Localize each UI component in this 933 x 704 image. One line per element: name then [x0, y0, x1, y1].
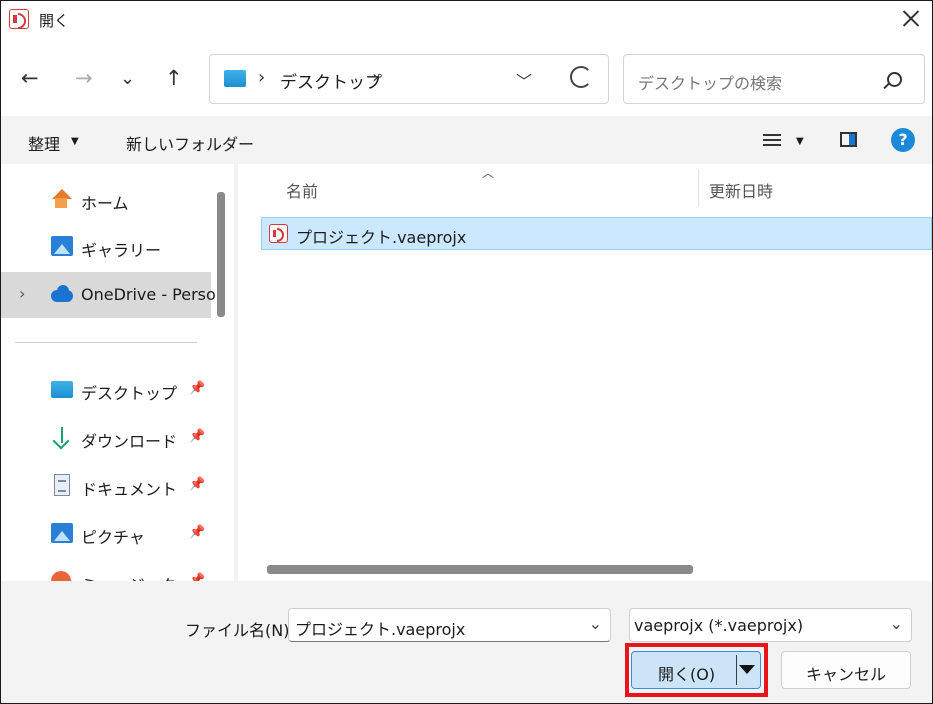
filename-label: ファイル名(N):: [185, 621, 295, 640]
refresh-icon[interactable]: [570, 66, 592, 88]
sidebar-item-gallery[interactable]: ギャラリー: [1, 224, 211, 270]
gallery-icon: [51, 236, 73, 256]
cancel-button-label[interactable]: キャンセル: [782, 661, 910, 685]
open-dropdown-icon[interactable]: [739, 665, 755, 674]
navigation-bar: ← → ⌄ ↑ › デスクトップ › ﹀ デスクトップの検索: [1, 40, 932, 116]
music-icon: [51, 571, 71, 581]
sidebar-item-music[interactable]: ミュージック 📌: [1, 559, 211, 581]
open-button[interactable]: 開く(O): [631, 651, 761, 689]
list-item[interactable]: プロジェクト.vaeprojx: [261, 217, 932, 250]
sidebar-item-documents[interactable]: ドキュメント 📌: [1, 463, 211, 509]
sidebar-item-home[interactable]: ホーム: [1, 177, 211, 223]
back-arrow-icon[interactable]: ←: [21, 68, 39, 89]
filetype-value[interactable]: vaeprojx (*.vaeprojx): [634, 616, 803, 635]
dialog-footer: ファイル名(N): プロジェクト.vaeprojx ⌄ vaeprojx (*.…: [1, 581, 932, 703]
organize-button[interactable]: 整理: [28, 131, 60, 155]
horizontal-scrollbar[interactable]: [267, 565, 693, 574]
sidebar-item-pictures[interactable]: ピクチャ 📌: [1, 511, 211, 557]
sidebar-item-label: OneDrive - Perso: [81, 285, 216, 304]
organize-dropdown-icon[interactable]: ▼: [71, 136, 79, 147]
help-icon[interactable]: ?: [891, 128, 915, 152]
download-icon: [51, 427, 73, 447]
picture-icon: [51, 523, 73, 543]
column-header-date-modified[interactable]: 更新日時: [709, 178, 773, 202]
column-header-name[interactable]: 名前: [286, 178, 318, 202]
navigation-pane: ホーム ギャラリー › OneDrive - Perso デスクトップ 📌 ダウ…: [1, 164, 234, 581]
close-icon[interactable]: [900, 7, 922, 29]
window-title: 開く: [39, 12, 70, 30]
sidebar-item-label: ピクチャ: [81, 528, 145, 547]
search-box[interactable]: デスクトップの検索: [623, 54, 925, 104]
breadcrumb-separator[interactable]: ›: [372, 67, 379, 88]
filename-field[interactable]: プロジェクト.vaeprojx ⌄: [288, 608, 611, 642]
preview-pane-icon[interactable]: [840, 132, 857, 147]
search-icon[interactable]: [887, 72, 902, 87]
forward-arrow-icon[interactable]: →: [75, 68, 93, 89]
sort-ascending-icon: ︿: [482, 166, 495, 180]
file-list: ︿ 名前 更新日時 プロジェクト.vaeprojx: [238, 164, 932, 581]
filename-dropdown-chevron-icon[interactable]: ⌄: [589, 614, 602, 633]
column-separator[interactable]: [698, 169, 699, 207]
pin-icon[interactable]: 📌: [189, 573, 205, 581]
sidebar-item-downloads[interactable]: ダウンロード 📌: [1, 415, 211, 461]
filetype-select[interactable]: vaeprojx (*.vaeprojx) ⌄: [629, 608, 912, 642]
sidebar-item-label: ドキュメント: [81, 480, 178, 499]
new-folder-button[interactable]: 新しいフォルダー: [126, 131, 254, 155]
cloud-icon: [51, 284, 73, 304]
filetype-dropdown-chevron-icon[interactable]: ⌄: [890, 614, 903, 633]
sidebar-item-label: ダウンロード: [81, 432, 178, 451]
recent-locations-chevron-icon[interactable]: ⌄: [120, 70, 135, 88]
search-placeholder[interactable]: デスクトップの検索: [638, 70, 782, 94]
up-arrow-icon[interactable]: ↑: [165, 68, 183, 89]
breadcrumb-desktop[interactable]: デスクトップ: [280, 68, 382, 93]
sidebar-item-onedrive[interactable]: › OneDrive - Perso: [1, 272, 216, 318]
file-name: プロジェクト.vaeprojx: [296, 228, 467, 247]
sidebar-item-label: デスクトップ: [81, 384, 178, 403]
filename-value[interactable]: プロジェクト.vaeprojx: [295, 616, 465, 640]
sidebar-item-label: ホーム: [81, 194, 129, 213]
pin-icon[interactable]: 📌: [189, 429, 205, 444]
desktop-icon: [51, 381, 73, 398]
app-icon: [9, 9, 29, 29]
sidebar-divider: [15, 342, 197, 343]
cancel-button[interactable]: キャンセル: [781, 651, 911, 689]
sidebar-item-label: ミュージック: [81, 572, 177, 581]
home-icon: [51, 189, 73, 209]
desktop-icon: [224, 70, 246, 87]
expand-chevron-icon[interactable]: ›: [19, 284, 25, 303]
address-dropdown-chevron-icon[interactable]: ﹀: [516, 68, 532, 92]
open-file-dialog: 開く ← → ⌄ ↑ › デスクトップ › ﹀ デスクトップの検索 整理 ▼ 新…: [0, 0, 933, 704]
open-button-label[interactable]: 開く(O): [658, 661, 715, 685]
command-bar: 整理 ▼ 新しいフォルダー ▼ ?: [1, 116, 932, 164]
address-bar[interactable]: › デスクトップ › ﹀: [209, 54, 609, 104]
sidebar-scrollbar[interactable]: [217, 192, 225, 317]
sidebar-item-desktop[interactable]: デスクトップ 📌: [1, 367, 211, 413]
view-options-icon[interactable]: [763, 134, 781, 146]
pin-icon[interactable]: 📌: [189, 381, 205, 396]
document-icon: [54, 474, 70, 496]
pin-icon[interactable]: 📌: [189, 477, 205, 492]
title-bar: 開く: [1, 1, 932, 40]
breadcrumb-separator[interactable]: ›: [258, 67, 265, 88]
sidebar-item-label: ギャラリー: [81, 241, 162, 260]
view-dropdown-icon[interactable]: ▼: [796, 136, 804, 147]
pin-icon[interactable]: 📌: [189, 525, 205, 540]
split-button-separator: [736, 655, 737, 685]
vaeprojx-file-icon: [269, 224, 288, 243]
